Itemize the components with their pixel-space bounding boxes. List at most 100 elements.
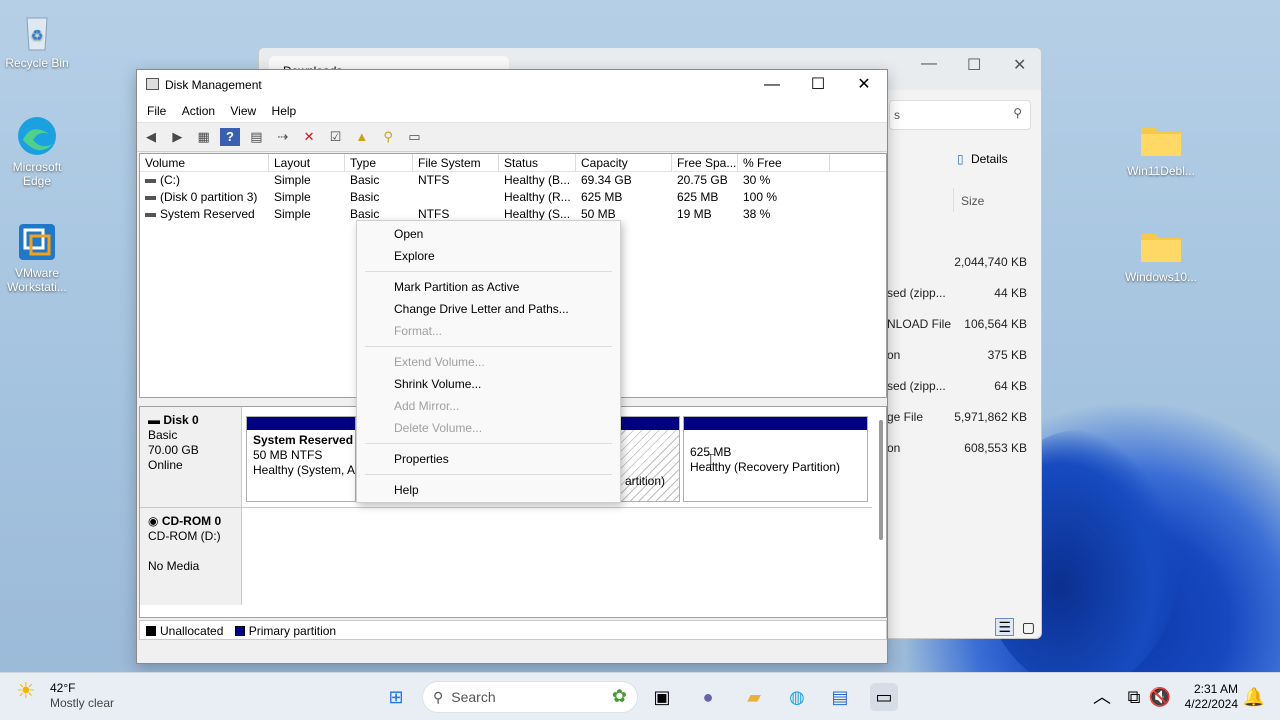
column-header-volume[interactable]: Volume	[140, 154, 269, 172]
connect-icon[interactable]: ⇢	[273, 128, 293, 146]
taskbar: ☀ 42°F Mostly clear ⊞ ⚲ Search ✿ ▣ ● ▰ ◍ …	[0, 672, 1280, 720]
menu-item-explore[interactable]: Explore	[394, 249, 435, 263]
menu-item-shrink-volume[interactable]: Shrink Volume...	[394, 377, 481, 391]
disk-0-label[interactable]: ▬ Disk 0 Basic 70.00 GB Online	[140, 407, 242, 507]
network-icon[interactable]: ⧉	[1120, 683, 1148, 711]
search-folder-icon[interactable]: ⚲	[378, 128, 398, 146]
list-view-icon[interactable]: ☰	[995, 618, 1014, 636]
column-header-status[interactable]: Status	[499, 154, 576, 172]
store-icon[interactable]: ▤	[826, 683, 854, 711]
show-hidden-icons-icon[interactable]: ︿	[1088, 683, 1116, 711]
delete-icon[interactable]: ✕	[299, 128, 319, 146]
vertical-scrollbar[interactable]	[879, 420, 883, 540]
menu-action[interactable]: Action	[176, 100, 221, 122]
explorer-search-box[interactable]: s ⚲	[889, 100, 1031, 130]
volume-icon	[145, 195, 156, 200]
menu-file[interactable]: File	[141, 100, 172, 122]
clock[interactable]: 2:31 AM 4/22/2024	[1185, 682, 1238, 712]
partition-legend: Unallocated Primary partition	[139, 620, 887, 640]
recycle-bin-icon: ♻	[15, 10, 59, 54]
column-header-percent-free[interactable]: % Free	[738, 154, 830, 172]
details-icon: ▯	[957, 152, 964, 166]
cdrom-0-label[interactable]: ◉ CD-ROM 0 CD-ROM (D:) No Media	[140, 508, 242, 605]
table-row[interactable]: (Disk 0 partition 3) Simple Basic Health…	[140, 189, 886, 206]
menu-item-help[interactable]: Help	[394, 483, 419, 497]
menu-item-extend-volume: Extend Volume...	[394, 355, 485, 369]
menu-item-properties[interactable]: Properties	[394, 452, 449, 466]
column-header-file-system[interactable]: File System	[413, 154, 499, 172]
row-size: 608,553 KB	[964, 441, 1027, 455]
edge-taskbar-icon[interactable]: ◍	[783, 683, 811, 711]
partition-system-reserved[interactable]: System Reserved 50 MB NTFS Healthy (Syst…	[246, 416, 356, 502]
help-icon[interactable]: ?	[220, 128, 241, 146]
search-highlight-icon: ✿	[611, 686, 627, 706]
minimize-button[interactable]: —	[749, 74, 795, 96]
forward-icon[interactable]: ▶	[167, 128, 187, 146]
list-icon[interactable]: ▤	[246, 128, 266, 146]
cell-percent-free: 30 %	[743, 173, 771, 187]
unallocated-swatch	[146, 626, 156, 636]
start-icon[interactable]: ⊞	[382, 683, 410, 711]
cell-percent-free: 100 %	[743, 190, 778, 204]
tiles-view-icon[interactable]: ▢	[1022, 619, 1035, 635]
table-row[interactable]: (C:) Simple Basic NTFS Healthy (B... 69.…	[140, 172, 886, 189]
back-icon[interactable]: ◀	[141, 128, 161, 146]
row-size: 2,044,740 KB	[954, 255, 1027, 269]
minimize-icon[interactable]: —	[921, 55, 937, 73]
menu-help[interactable]: Help	[266, 100, 303, 122]
menu-item-delete-volume: Delete Volume...	[394, 421, 483, 435]
primary-partition-swatch	[234, 626, 245, 636]
disk-management-taskbar-icon[interactable]: ▭	[870, 683, 898, 711]
disk-divider	[140, 507, 872, 508]
maximize-icon[interactable]: ☐	[967, 55, 981, 75]
volume-muted-icon[interactable]: 🔇	[1146, 683, 1174, 711]
menu-item-mark-active[interactable]: Mark Partition as Active	[394, 280, 519, 294]
desktop-icon-win11debl[interactable]: Win11Debl...	[1122, 118, 1200, 178]
primary-partition-bar	[247, 417, 355, 430]
cell-capacity: 69.34 GB	[581, 173, 632, 187]
column-header-free-space[interactable]: Free Spa...	[672, 154, 738, 172]
notification-bell-icon[interactable]: 🔔	[1240, 683, 1268, 711]
desktop-icon-recycle-bin[interactable]: ♻ Recycle Bin	[0, 10, 76, 70]
vmware-icon	[15, 220, 59, 264]
row-type: sed (zipp...	[887, 286, 946, 300]
column-header-type[interactable]: Type	[345, 154, 413, 172]
desktop-icon-edge[interactable]: Microsoft Edge	[0, 114, 76, 188]
settings-panel-icon[interactable]: ▭	[404, 128, 424, 146]
teams-chat-icon[interactable]: ●	[694, 683, 722, 711]
column-header-layout[interactable]: Layout	[269, 154, 345, 172]
cell-layout: Simple	[274, 207, 311, 221]
menu-item-open[interactable]: Open	[394, 227, 423, 241]
menu-view[interactable]: View	[224, 100, 262, 122]
task-view-icon[interactable]: ▣	[648, 683, 676, 711]
properties-grid-icon[interactable]: ▦	[194, 128, 214, 146]
column-header-size[interactable]: Size	[961, 194, 984, 208]
row-size: 375 KB	[987, 348, 1027, 362]
search-icon: ⚲	[433, 689, 444, 705]
volume-icon	[145, 178, 156, 183]
column-header-capacity[interactable]: Capacity	[576, 154, 672, 172]
details-pane-button[interactable]: ▯ Details	[957, 152, 1008, 166]
cell-free-space: 19 MB	[677, 207, 712, 221]
maximize-button[interactable]: ☐	[795, 74, 841, 96]
row-size: 64 KB	[994, 379, 1027, 393]
desktop-icon-windows10[interactable]: Windows10...	[1122, 224, 1200, 284]
menu-separator	[365, 443, 612, 444]
cell-layout: Simple	[274, 190, 311, 204]
menu-item-change-drive-letter[interactable]: Change Drive Letter and Paths...	[394, 302, 569, 316]
up-folder-icon[interactable]: ▲	[352, 128, 372, 146]
taskbar-search[interactable]: ⚲ Search ✿	[422, 681, 638, 713]
desktop-icon-vmware[interactable]: VMware Workstati...	[0, 220, 76, 294]
menu-item-format: Format...	[394, 324, 443, 338]
close-icon[interactable]: ✕	[1013, 55, 1026, 75]
weather-widget[interactable]: ☀ 42°F Mostly clear	[16, 680, 114, 711]
check-icon[interactable]: ☑	[325, 128, 345, 146]
row-size: 44 KB	[994, 286, 1027, 300]
file-explorer-icon[interactable]: ▰	[740, 683, 768, 711]
close-button[interactable]: ✕	[841, 74, 887, 96]
cell-capacity: 625 MB	[581, 190, 623, 204]
menu-separator	[365, 346, 612, 347]
row-type: sed (zipp...	[887, 379, 946, 393]
cell-file-system	[413, 189, 423, 191]
row-size: 5,971,862 KB	[954, 410, 1027, 424]
